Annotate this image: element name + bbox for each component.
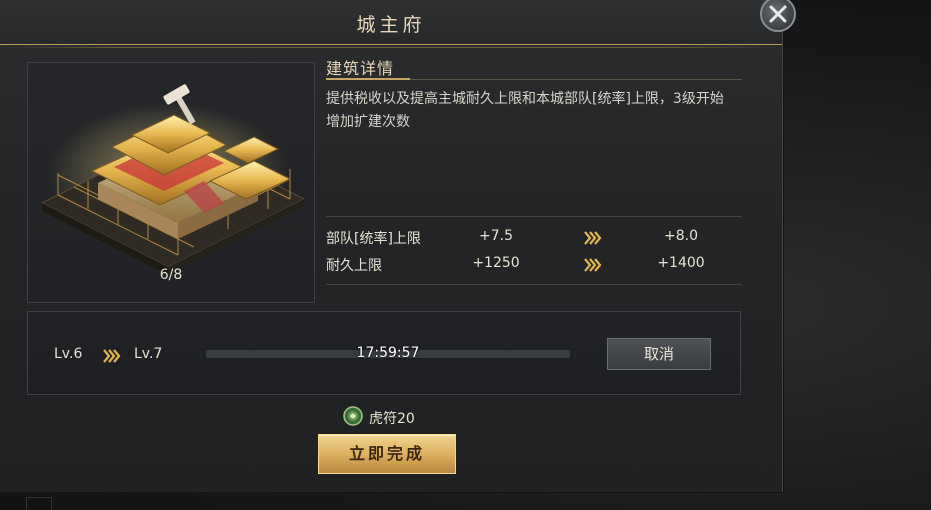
bottom-tab[interactable] [26,497,52,510]
stats-divider-bottom [326,284,742,285]
game-screen: 城主府 6/8 建筑详情 提供税收以及提高主城耐久上限和本城部队[统率]上限，3… [0,0,931,510]
title-bar: 城主府 [0,0,782,48]
tiger-tally-icon [343,406,363,426]
stat-row: 耐久上限 +1250 +1400 [326,255,742,277]
cost-label: 虎符20 [369,411,415,427]
remaining-time: 17:59:57 [356,345,420,361]
stats-divider-top [326,216,742,217]
stat-next: +1400 [657,255,705,271]
close-button[interactable] [760,0,796,32]
build-progress: 6/8 [159,267,183,283]
upgrade-arrow-icon [584,258,602,272]
section-divider-accent [326,78,410,80]
stat-row: 部队[统率]上限 +7.5 +8.0 [326,228,742,250]
upgrade-progress-panel: Lv.6 Lv.7 17:59:57 取消 [27,311,741,395]
dialog-title: 城主府 [356,14,426,36]
level-arrow-icon [103,349,121,363]
stat-current: +1250 [472,255,520,271]
building-dialog: 城主府 6/8 建筑详情 提供税收以及提高主城耐久上限和本城部队[统率]上限，3… [0,0,783,492]
next-level: Lv.7 [134,346,163,362]
current-level: Lv.6 [54,346,83,362]
cancel-button[interactable]: 取消 [607,338,711,370]
finish-now-button[interactable]: 立即完成 [318,434,456,474]
building-preview: 6/8 [27,62,315,303]
close-icon [769,5,787,23]
stat-next: +8.0 [664,228,698,244]
section-title: 建筑详情 [326,59,395,78]
stat-current: +7.5 [479,228,513,244]
stat-name: 部队[统率]上限 [326,231,421,247]
stat-name: 耐久上限 [326,258,382,274]
building-description: 提供税收以及提高主城耐久上限和本城部队[统率]上限，3级开始增加扩建次数 [326,91,724,130]
upgrade-arrow-icon [584,231,602,245]
